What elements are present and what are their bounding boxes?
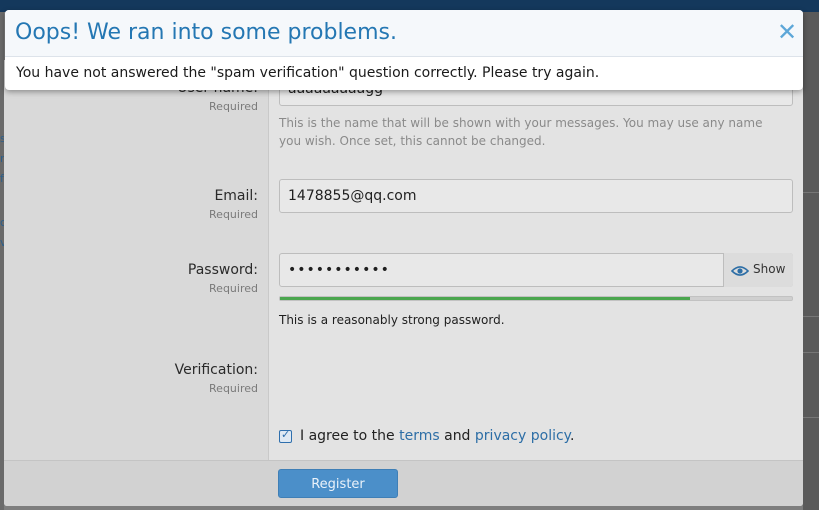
background-page-right — [803, 12, 819, 510]
terms-link[interactable]: terms — [399, 428, 440, 444]
password-strength-meter — [279, 296, 793, 301]
password-label: Password: — [187, 262, 258, 278]
password-input[interactable]: ••••••••••• — [279, 253, 793, 287]
username-explain: This is the name that will be shown with… — [279, 116, 763, 148]
verification-required-hint: Required — [209, 382, 258, 395]
close-icon[interactable]: ✕ — [775, 20, 799, 44]
error-dialog: Oops! We ran into some problems. ✕ You h… — [5, 10, 803, 90]
email-label: Email: — [214, 188, 258, 204]
form-footer: Register — [4, 460, 803, 506]
agree-checkbox[interactable]: ✓ — [279, 428, 292, 443]
password-strength-fill — [280, 297, 690, 300]
form-label-column: User name: Required Email: Required Pass… — [4, 60, 269, 460]
password-required-hint: Required — [209, 282, 258, 295]
registration-form: User name: Required Email: Required Pass… — [4, 60, 803, 506]
email-input[interactable]: 1478855@qq.com — [279, 179, 793, 213]
error-dialog-message: You have not answered the "spam verifica… — [16, 65, 600, 81]
show-password-button[interactable]: Show — [723, 253, 793, 287]
agree-and: and — [444, 428, 471, 444]
agree-suffix: . — [569, 428, 575, 444]
privacy-policy-link[interactable]: privacy policy — [475, 428, 570, 444]
error-dialog-header: Oops! We ran into some problems. ✕ — [5, 10, 803, 57]
agree-label: I agree to the terms and privacy policy. — [300, 428, 574, 444]
eye-icon — [731, 263, 754, 277]
password-strength-text: This is a reasonably strong password. — [279, 313, 505, 327]
email-required-hint: Required — [209, 208, 258, 221]
checkmark-icon: ✓ — [281, 428, 291, 441]
error-dialog-title: Oops! We ran into some problems. — [15, 20, 397, 45]
show-password-label: Show — [753, 262, 786, 276]
agree-prefix: I agree to the — [300, 428, 395, 444]
username-required-hint: Required — [209, 100, 258, 113]
verification-label: Verification: — [174, 362, 258, 378]
password-value: ••••••••••• — [288, 262, 390, 278]
register-button[interactable]: Register — [278, 469, 398, 498]
